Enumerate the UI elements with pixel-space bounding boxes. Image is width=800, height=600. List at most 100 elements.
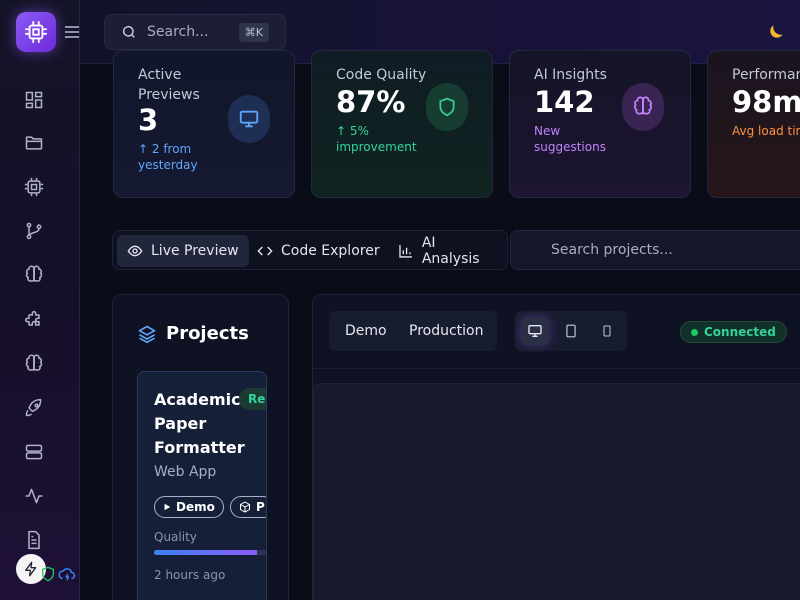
quality-progress-fill <box>154 550 257 555</box>
project-timestamp: 2 hours ago <box>154 568 226 582</box>
monitor-icon <box>239 110 259 128</box>
stat-card-performance: Performance 98ms Avg load time <box>707 50 800 198</box>
stat-sub: New suggestions <box>534 124 606 154</box>
brain-icon <box>633 96 653 115</box>
layers-icon <box>138 325 156 343</box>
tab-ai-analysis[interactable]: AI Analysis <box>388 235 507 267</box>
sidebar-item-projects[interactable] <box>22 131 46 155</box>
stat-value: 142 <box>534 85 595 119</box>
stat-icon <box>426 83 468 131</box>
play-icon <box>164 503 171 511</box>
project-type: Web App <box>154 464 217 480</box>
stat-label: AI Insights <box>534 67 607 83</box>
cpu-icon <box>25 21 47 43</box>
project-search-input[interactable]: Search projects... <box>510 230 800 270</box>
device-switcher <box>515 311 627 351</box>
cpu-icon <box>24 177 44 197</box>
sidebar-item-plugins[interactable] <box>22 308 46 332</box>
package-chip-button[interactable]: P <box>230 496 266 518</box>
search-icon <box>122 25 135 38</box>
tab-label: AI Analysis <box>421 235 480 267</box>
activity-icon <box>25 488 43 504</box>
git-branch-icon <box>26 222 42 240</box>
sidebar-item-activity[interactable] <box>22 484 46 508</box>
stat-value: 3 <box>138 103 159 137</box>
tab-label: Live Preview <box>151 243 239 259</box>
project-card[interactable]: Academic Paper Formatter Re Web App Demo… <box>137 371 267 600</box>
stat-sub: ↑ 2 from yesterday <box>138 142 198 172</box>
package-icon <box>240 501 250 513</box>
stat-value: 98ms <box>732 85 800 119</box>
stat-card-active-previews: Active Previews 3 ↑ 2 from yesterday <box>113 50 295 198</box>
logo[interactable] <box>16 12 56 52</box>
file-icon <box>28 530 40 550</box>
sidebar-item-insights[interactable] <box>22 352 46 376</box>
projects-panel: Projects Academic Paper Formatter Re Web… <box>112 294 289 600</box>
divider <box>313 368 800 369</box>
quality-label: Quality <box>154 530 197 544</box>
sidebar-item-docs[interactable] <box>22 528 46 552</box>
rocket-icon <box>25 398 42 417</box>
shortcut-badge: ⌘K <box>238 23 269 42</box>
chip-label: Demo <box>176 500 215 514</box>
code-icon <box>257 246 273 256</box>
preview-panel: Demo Production Connected <box>312 294 800 600</box>
eye-icon <box>127 245 143 257</box>
tablet-icon <box>566 324 576 338</box>
bolt-icon <box>25 561 37 577</box>
sidebar-item-git[interactable] <box>22 219 46 243</box>
moon-icon[interactable] <box>766 22 786 42</box>
project-search-placeholder: Search projects... <box>551 242 673 258</box>
brain-icon <box>25 265 43 282</box>
device-desktop-button[interactable] <box>521 317 549 345</box>
environment-switcher: Demo Production <box>329 311 497 351</box>
stat-label: Performance <box>732 67 800 83</box>
dashboard-icon <box>25 91 43 109</box>
chart-icon <box>399 245 412 258</box>
project-title: Academic Paper Formatter <box>154 390 245 457</box>
cloud-sync-icon <box>58 568 76 581</box>
tab-live-preview[interactable]: Live Preview <box>117 235 249 267</box>
sidebar-item-ai[interactable] <box>22 263 46 287</box>
status-dot <box>691 328 698 336</box>
server-icon <box>25 444 43 460</box>
sidebar-item-dashboard[interactable] <box>22 88 46 112</box>
stat-icon <box>228 95 270 143</box>
shield-icon <box>439 97 455 117</box>
connection-status-label: Connected <box>704 325 776 339</box>
sidebar-item-servers[interactable] <box>22 440 46 464</box>
projects-heading: Projects <box>137 323 249 344</box>
sidebar-item-deploy[interactable] <box>22 396 46 420</box>
connection-status-badge: Connected <box>680 321 787 343</box>
device-tablet-button[interactable] <box>557 317 585 345</box>
tab-code-explorer[interactable]: Code Explorer <box>247 235 390 267</box>
stat-label: Code Quality <box>336 67 427 83</box>
stat-sub: ↑ 5% improvement <box>336 124 417 154</box>
device-mobile-button[interactable] <box>593 317 621 345</box>
sidebar <box>0 0 80 600</box>
main-tabs: Live Preview Code Explorer AI Analysis <box>112 230 508 270</box>
shield-icon <box>42 566 54 582</box>
quality-progress-bar <box>154 550 266 555</box>
global-search[interactable]: Search... ⌘K <box>104 14 286 50</box>
puzzle-icon <box>24 310 40 326</box>
stat-sub: Avg load time <box>732 124 800 138</box>
demo-chip-button[interactable]: Demo <box>154 496 224 518</box>
sidebar-item-cpu[interactable] <box>22 175 46 199</box>
search-placeholder: Search... <box>147 24 209 40</box>
brain-icon <box>25 354 43 371</box>
menu-toggle-button[interactable] <box>64 24 80 40</box>
stat-icon <box>622 83 664 131</box>
env-demo-button[interactable]: Demo <box>345 323 387 339</box>
mobile-icon <box>603 325 611 337</box>
menu-icon <box>65 26 79 38</box>
folder-icon <box>25 136 43 150</box>
projects-title: Projects <box>166 323 249 344</box>
desktop-icon <box>528 325 542 337</box>
preview-canvas[interactable] <box>313 383 800 600</box>
stat-label: Active Previews <box>138 67 200 103</box>
stat-card-ai-insights: AI Insights 142 New suggestions <box>509 50 691 198</box>
env-production-button[interactable]: Production <box>409 323 483 339</box>
stat-value: 87% <box>336 85 406 119</box>
tab-label: Code Explorer <box>281 243 380 259</box>
